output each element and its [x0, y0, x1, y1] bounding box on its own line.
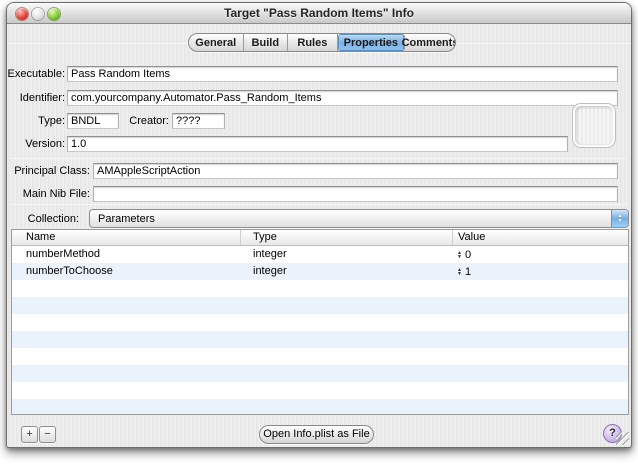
column-header-type[interactable]: Type: [241, 230, 453, 245]
column-header-value[interactable]: Value: [453, 230, 628, 245]
value-cell: 0: [465, 249, 471, 261]
minimize-icon[interactable]: [32, 8, 44, 20]
type-field[interactable]: [67, 113, 119, 129]
add-button[interactable]: +: [21, 426, 38, 443]
tab-comments[interactable]: Comments: [405, 34, 455, 51]
title-bar[interactable]: Target "Pass Random Items" Info: [7, 3, 631, 24]
creator-label: Creator:: [122, 113, 169, 129]
window-title: Target "Pass Random Items" Info: [67, 3, 571, 24]
identifier-field[interactable]: [67, 90, 618, 106]
executable-field[interactable]: [67, 66, 618, 82]
icon-well[interactable]: [573, 104, 615, 147]
version-label: Version:: [7, 136, 65, 152]
tab-bar: General Build Rules Properties Comments: [188, 33, 456, 52]
tab-rules[interactable]: Rules: [288, 34, 338, 51]
collection-popup[interactable]: Parameters ▲ ▼: [89, 209, 629, 228]
value-stepper[interactable]: ▲▼: [457, 251, 462, 259]
value-cell: 1: [465, 266, 471, 278]
close-icon[interactable]: [16, 8, 28, 20]
table-row[interactable]: numberToChoose integer ▲▼ 1: [12, 263, 628, 280]
value-stepper[interactable]: ▲▼: [457, 268, 462, 276]
tab-build[interactable]: Build: [244, 34, 289, 51]
section-divider: [12, 204, 626, 205]
remove-button[interactable]: −: [39, 426, 56, 443]
identifier-label: Identifier:: [7, 90, 65, 106]
principal-class-field[interactable]: [93, 163, 618, 179]
table-header: Name Type Value: [12, 230, 628, 246]
table-row[interactable]: numberMethod integer ▲▼ 0: [12, 246, 628, 263]
tab-properties[interactable]: Properties: [338, 34, 405, 51]
creator-field[interactable]: [172, 113, 225, 129]
main-nib-file-label: Main Nib File:: [7, 186, 90, 202]
open-info-plist-button[interactable]: Open Info.plist as File: [259, 425, 374, 444]
table-body: numberMethod integer ▲▼ 0 numberToChoose…: [12, 246, 628, 414]
column-header-name[interactable]: Name: [12, 230, 241, 245]
collection-popup-value: Parameters: [90, 213, 611, 225]
collection-label: Collection:: [7, 211, 79, 227]
zoom-icon[interactable]: [48, 8, 60, 20]
executable-label: Executable:: [7, 66, 65, 82]
parameters-table: Name Type Value numberMethod integer ▲▼ …: [11, 229, 629, 415]
resize-grip-icon[interactable]: [616, 432, 629, 445]
version-field[interactable]: [67, 136, 568, 152]
type-label: Type:: [7, 113, 65, 129]
main-nib-file-field[interactable]: [93, 186, 618, 202]
popup-arrows-icon: ▲ ▼: [611, 210, 628, 227]
section-divider: [12, 158, 626, 159]
tab-general[interactable]: General: [189, 34, 244, 51]
target-info-window: Target "Pass Random Items" Info General …: [6, 2, 632, 448]
principal-class-label: Principal Class:: [7, 163, 90, 179]
